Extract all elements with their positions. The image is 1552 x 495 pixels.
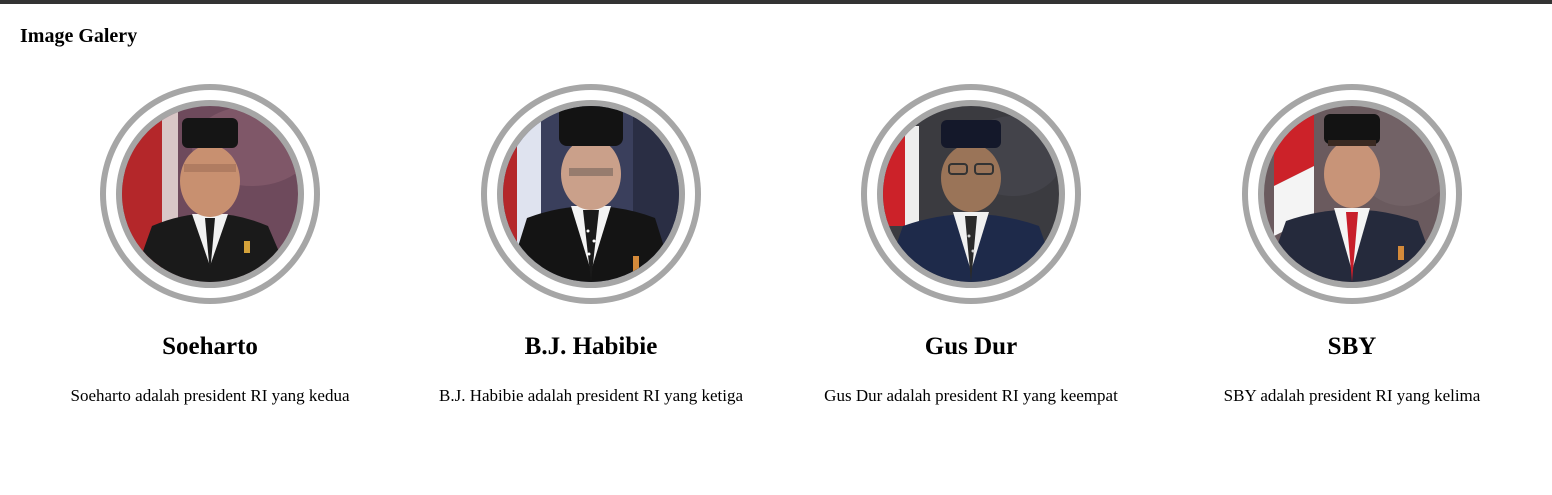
portrait-habibie-image <box>503 106 679 282</box>
portrait-icon <box>1264 106 1440 282</box>
card-name: B.J. Habibie <box>524 333 658 360</box>
card-description: B.J. Habibie adalah president RI yang ke… <box>438 386 744 405</box>
page-title: Image Galery <box>20 25 138 47</box>
card-description: Gus Dur adalah president RI yang keempat <box>824 386 1118 405</box>
portrait-sby-image <box>1264 106 1440 282</box>
portrait-frame[interactable] <box>100 84 320 304</box>
portrait-frame[interactable] <box>481 84 701 304</box>
portrait-icon <box>122 106 298 282</box>
card-name: Gus Dur <box>924 333 1018 360</box>
card-description: SBY adalah president RI yang kelima <box>1223 386 1481 405</box>
portrait-frame[interactable] <box>1242 84 1462 304</box>
card-description: Soeharto adalah president RI yang kedua <box>70 386 350 405</box>
portrait-icon <box>883 106 1059 282</box>
card-name: Soeharto <box>162 333 258 360</box>
portrait-gus-dur-image <box>883 106 1059 282</box>
portrait-frame[interactable] <box>861 84 1081 304</box>
portrait-icon <box>503 106 679 282</box>
top-bar <box>0 0 1552 4</box>
card-name: SBY <box>1327 333 1377 360</box>
portrait-soeharto-image <box>122 106 298 282</box>
